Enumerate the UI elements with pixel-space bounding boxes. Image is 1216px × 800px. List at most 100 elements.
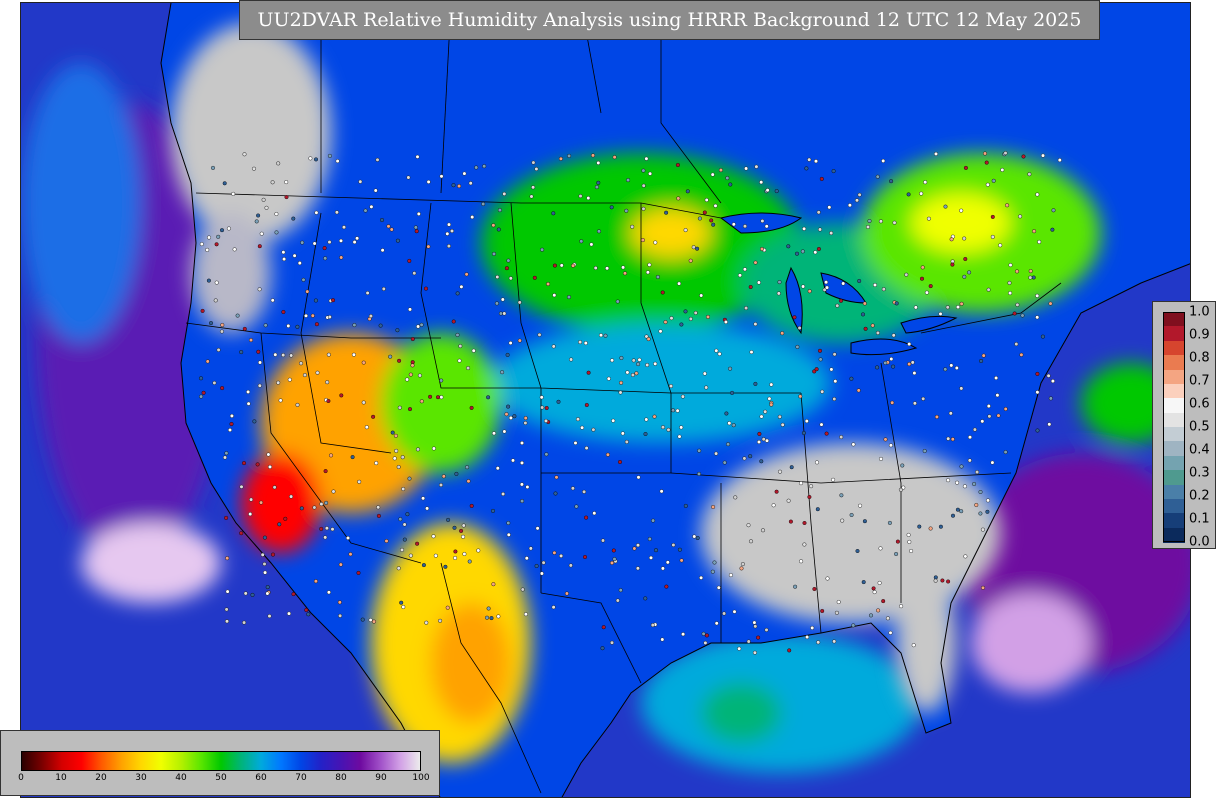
- station-dot: [799, 481, 804, 486]
- station-dot: [946, 478, 951, 483]
- station-dot: [338, 613, 343, 618]
- station-dot: [900, 463, 905, 468]
- station-dot: [326, 399, 331, 404]
- station-dot: [986, 498, 991, 503]
- station-dot: [675, 408, 680, 413]
- station-dot: [476, 548, 481, 553]
- station-dot: [408, 407, 413, 412]
- station-dot: [955, 480, 960, 485]
- station-dot: [368, 618, 373, 623]
- station-dot: [339, 255, 344, 260]
- station-dot: [978, 511, 983, 516]
- station-dot: [445, 605, 450, 610]
- station-dot: [431, 446, 436, 451]
- station-dot: [243, 591, 248, 596]
- station-dot: [274, 211, 279, 216]
- station-dot: [497, 208, 502, 213]
- station-dot: [426, 244, 431, 249]
- station-dot: [648, 171, 653, 176]
- station-dot: [695, 246, 700, 251]
- station-dot: [943, 204, 948, 209]
- station-dot: [224, 619, 229, 624]
- station-dot: [425, 506, 430, 511]
- station-dot: [1018, 214, 1023, 219]
- station-dot: [872, 590, 877, 595]
- rh-tick-label: 30: [135, 773, 147, 783]
- station-dot: [752, 620, 757, 625]
- station-dot: [693, 310, 698, 315]
- station-dot: [239, 531, 244, 536]
- station-dot: [753, 260, 758, 265]
- station-dot: [733, 495, 738, 500]
- station-dot: [759, 180, 764, 185]
- station-dot: [481, 201, 486, 206]
- rh-tick-label: 100: [412, 773, 430, 783]
- rh-tick-label: 80: [335, 773, 347, 783]
- station-dot: [256, 349, 261, 354]
- station-dot: [505, 352, 510, 357]
- station-dot: [525, 485, 530, 490]
- station-dot: [415, 154, 420, 159]
- station-dot: [213, 298, 218, 303]
- station-dot: [754, 164, 759, 169]
- station-dot: [259, 231, 264, 236]
- station-dot: [948, 411, 953, 416]
- station-dot: [584, 446, 589, 451]
- station-dot: [756, 635, 761, 640]
- station-dot: [938, 524, 943, 529]
- station-dot: [963, 554, 968, 559]
- station-dot: [685, 189, 690, 194]
- station-dot: [535, 526, 540, 531]
- station-dot: [502, 191, 507, 196]
- station-dot: [287, 611, 292, 616]
- station-dot: [635, 566, 640, 571]
- station-dot: [564, 591, 569, 596]
- rh-tick-label: 20: [95, 773, 107, 783]
- station-dot: [246, 401, 251, 406]
- station-dot: [574, 504, 579, 509]
- station-dot: [894, 301, 899, 306]
- station-dot: [457, 184, 462, 189]
- station-dot: [528, 546, 533, 551]
- station-dot: [748, 454, 753, 459]
- station-dot: [381, 286, 386, 291]
- station-dot: [917, 524, 922, 529]
- station-dot: [641, 183, 646, 188]
- station-dot: [646, 337, 651, 342]
- station-dot: [995, 393, 1000, 398]
- rh-analysis-map[interactable]: [20, 2, 1191, 798]
- station-dot: [1012, 311, 1017, 316]
- station-dot: [1048, 301, 1053, 306]
- station-dot: [671, 543, 676, 548]
- station-dot: [832, 397, 837, 402]
- station-dot: [335, 159, 340, 164]
- station-dot: [313, 298, 318, 303]
- station-dot: [393, 433, 398, 438]
- station-dot: [216, 234, 221, 239]
- station-dot: [1047, 422, 1052, 427]
- station-dot: [605, 452, 610, 457]
- station-dot: [679, 558, 684, 563]
- station-dot: [394, 448, 399, 453]
- station-dot: [402, 537, 407, 542]
- station-dot: [611, 548, 616, 553]
- station-dot: [1014, 342, 1019, 347]
- station-dot: [596, 160, 601, 165]
- station-dot: [946, 436, 951, 441]
- station-dot: [583, 555, 588, 560]
- station-dot: [669, 384, 674, 389]
- station-dot: [990, 214, 995, 219]
- station-dot: [624, 208, 629, 213]
- station-dot: [407, 476, 412, 481]
- station-dot: [878, 546, 883, 551]
- station-dot: [454, 471, 459, 476]
- station-dot: [899, 604, 904, 609]
- station-dot: [519, 482, 524, 487]
- station-dot: [605, 266, 610, 271]
- station-dot: [1005, 203, 1010, 208]
- station-dot: [500, 297, 505, 302]
- station-dot: [314, 210, 319, 215]
- station-dot: [491, 223, 496, 228]
- station-dot: [805, 635, 810, 640]
- station-dot: [567, 295, 572, 300]
